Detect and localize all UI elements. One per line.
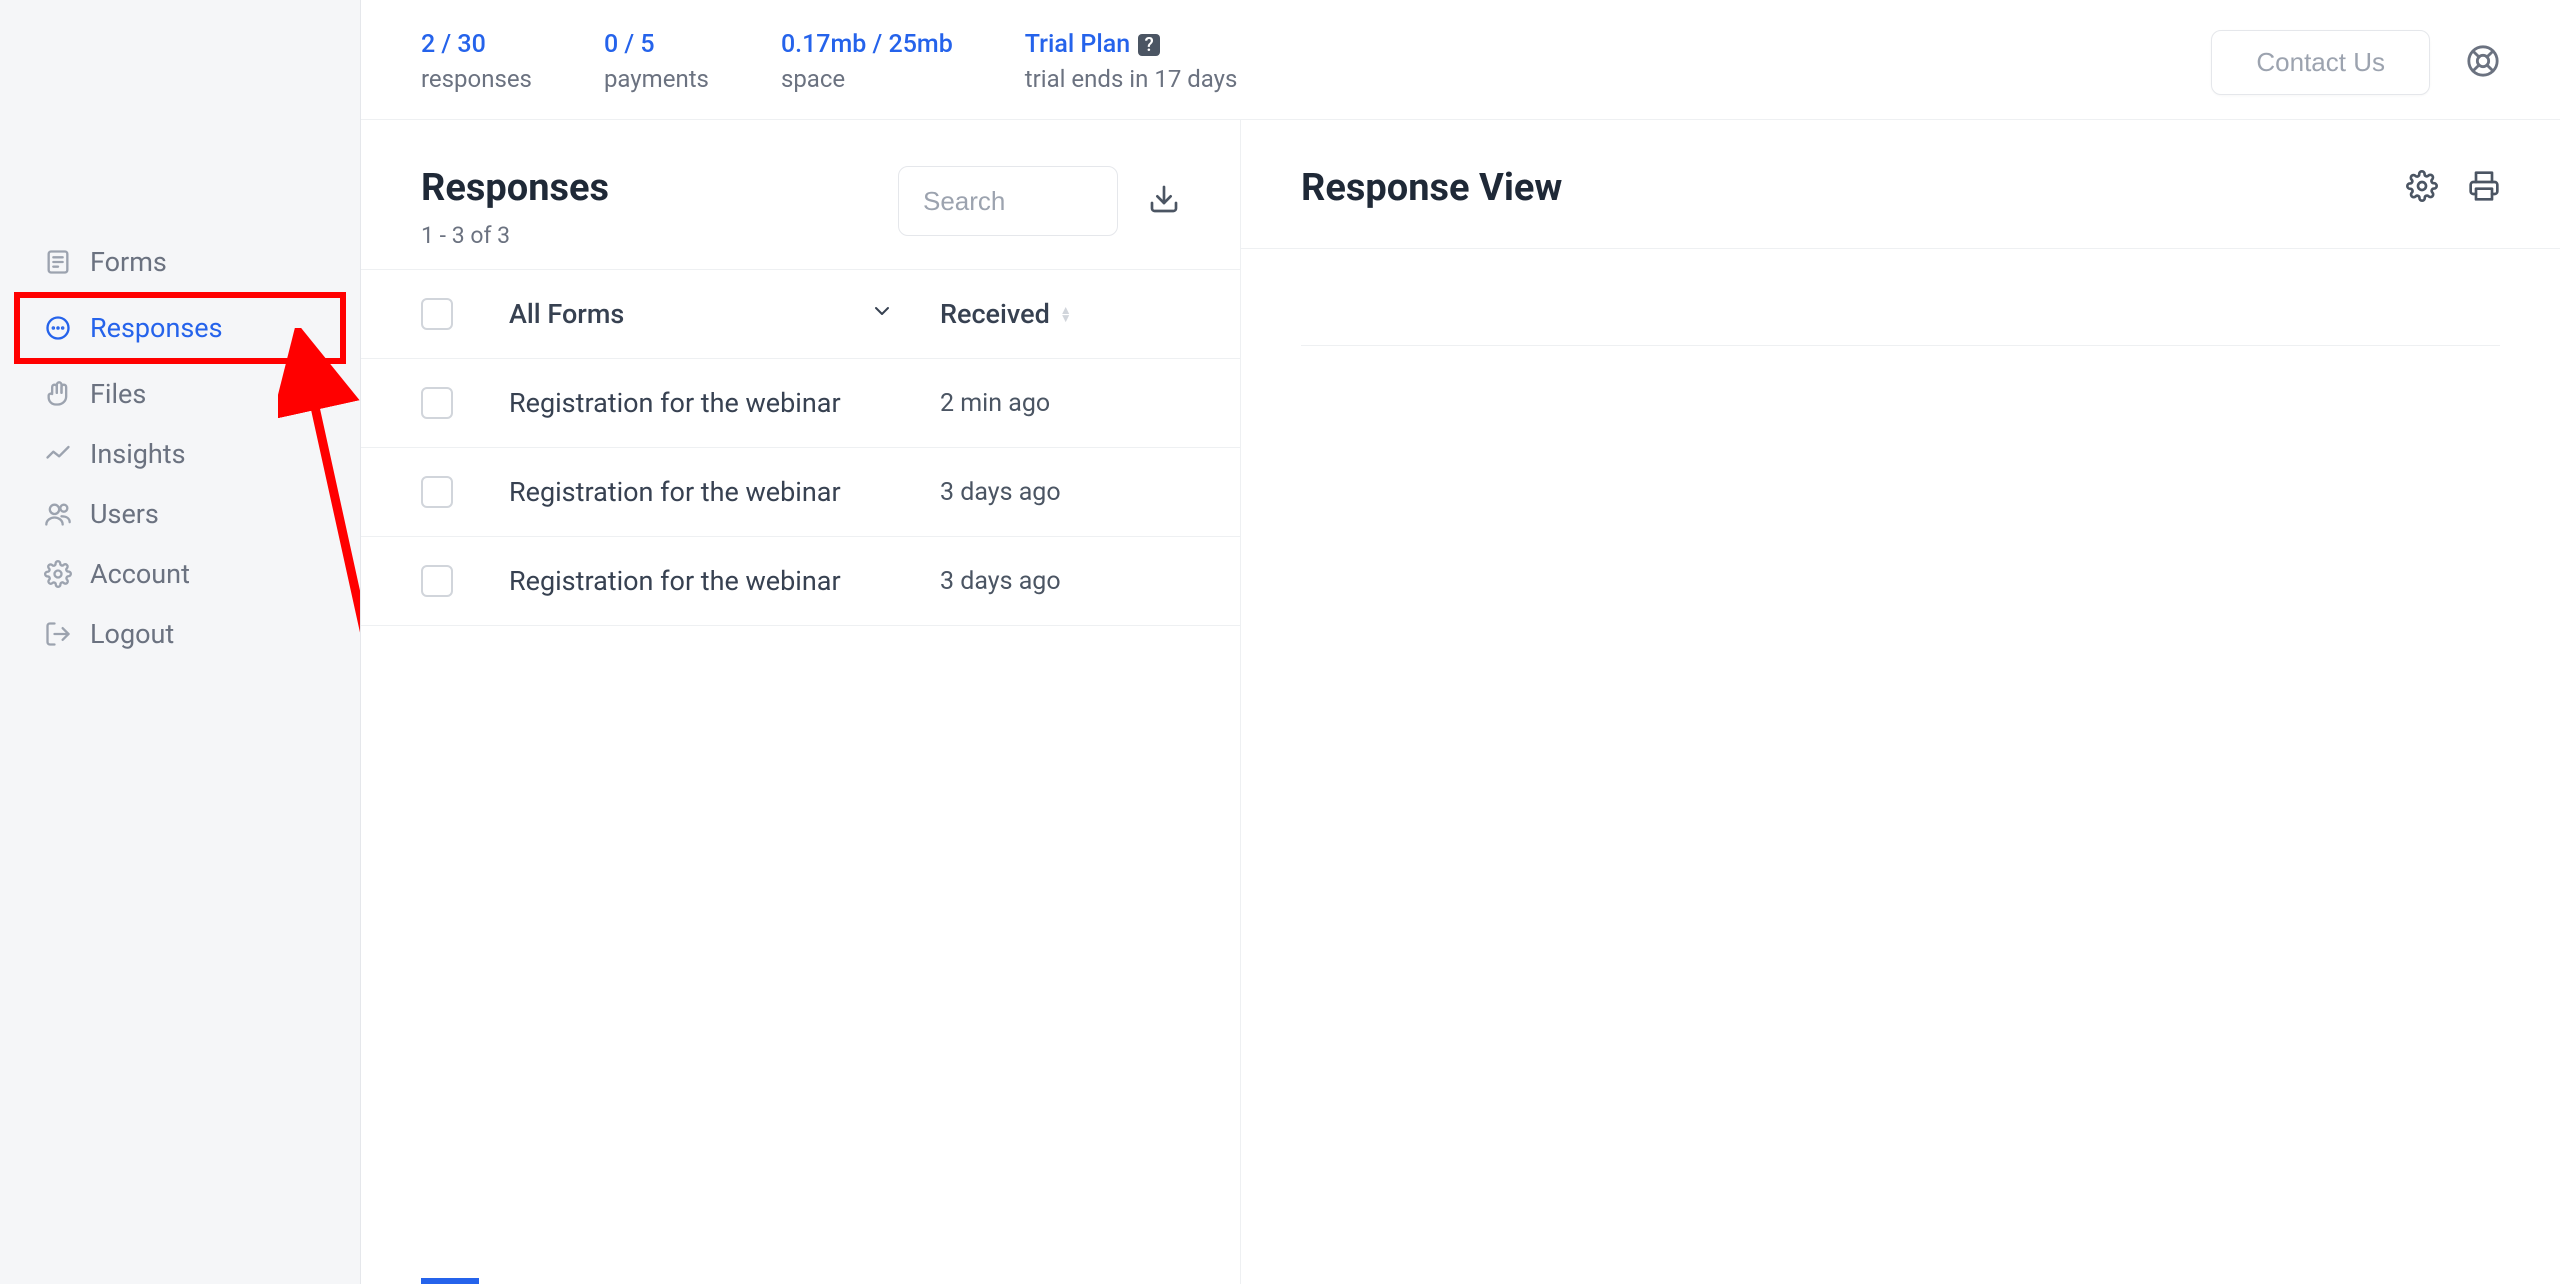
logout-icon <box>44 620 72 648</box>
table-header-row: All Forms Received ▲▼ <box>361 270 1240 359</box>
stat-value: 2 / 30 <box>421 30 532 59</box>
row-checkbox[interactable] <box>421 565 453 597</box>
table-row[interactable]: Registration for the webinar 3 days ago <box>361 537 1240 626</box>
topbar: 2 / 30 responses 0 / 5 payments 0.17mb /… <box>361 0 2560 120</box>
sidebar: Forms Responses Files Insights <box>0 0 360 1284</box>
download-icon[interactable] <box>1148 183 1180 219</box>
row-checkbox[interactable] <box>421 476 453 508</box>
document-icon <box>44 248 72 276</box>
gear-icon <box>44 560 72 588</box>
row-form-name: Registration for the webinar <box>509 387 940 419</box>
response-view-title: Response View <box>1301 166 1562 210</box>
sidebar-item-users[interactable]: Users <box>0 484 360 544</box>
stat-label: space <box>781 65 953 93</box>
sort-icon: ▲▼ <box>1060 306 1072 322</box>
search-input[interactable] <box>898 166 1118 236</box>
stat-value: 0 / 5 <box>604 30 709 59</box>
stat-payments[interactable]: 0 / 5 payments <box>604 30 709 93</box>
responses-panel-header: Responses 1 - 3 of 3 <box>361 120 1240 270</box>
stat-responses[interactable]: 2 / 30 responses <box>421 30 532 93</box>
select-all-checkbox[interactable] <box>421 298 453 330</box>
sidebar-item-responses[interactable]: Responses <box>20 298 340 358</box>
chevron-down-icon <box>870 298 894 330</box>
settings-icon[interactable] <box>2406 170 2438 206</box>
responses-title: Responses <box>421 166 609 210</box>
stat-space[interactable]: 0.17mb / 25mb space <box>781 30 953 93</box>
users-icon <box>44 500 72 528</box>
sidebar-item-label: Logout <box>90 618 174 650</box>
table-row[interactable]: Registration for the webinar 3 days ago <box>361 448 1240 537</box>
sidebar-item-files[interactable]: Files <box>0 364 360 424</box>
chart-line-icon <box>44 440 72 468</box>
app-root: Forms Responses Files Insights <box>0 0 2560 1284</box>
row-received-time: 2 min ago <box>940 389 1180 418</box>
main: 2 / 30 responses 0 / 5 payments 0.17mb /… <box>360 0 2560 1284</box>
stat-label: trial ends in 17 days <box>1025 65 1238 93</box>
table-row[interactable]: Registration for the webinar 2 min ago <box>361 359 1240 448</box>
hand-icon <box>44 380 72 408</box>
row-received-time: 3 days ago <box>940 478 1180 507</box>
response-view-divider <box>1301 345 2500 346</box>
received-column-label: Received <box>940 298 1050 330</box>
sidebar-item-label: Account <box>90 558 190 590</box>
sidebar-item-label: Forms <box>90 246 167 278</box>
annotation-highlight-box: Responses <box>14 292 346 364</box>
row-checkbox[interactable] <box>421 387 453 419</box>
forms-filter-dropdown[interactable]: All Forms <box>509 298 940 330</box>
lifebuoy-icon[interactable] <box>2466 44 2500 82</box>
response-view-panel: Response View <box>1241 120 2560 1284</box>
sidebar-item-insights[interactable]: Insights <box>0 424 360 484</box>
stat-label: payments <box>604 65 709 93</box>
sidebar-item-account[interactable]: Account <box>0 544 360 604</box>
stat-value: Trial Plan <box>1025 30 1130 59</box>
received-column-sort[interactable]: Received ▲▼ <box>940 298 1180 330</box>
content: Responses 1 - 3 of 3 All Forms <box>361 120 2560 1284</box>
chat-bubble-icon <box>44 314 72 342</box>
stat-label: responses <box>421 65 532 93</box>
forms-filter-label: All Forms <box>509 298 624 330</box>
print-icon[interactable] <box>2468 170 2500 206</box>
sidebar-item-label: Files <box>90 378 146 410</box>
row-form-name: Registration for the webinar <box>509 476 940 508</box>
sidebar-item-label: Users <box>90 498 159 530</box>
stat-plan[interactable]: Trial Plan ? trial ends in 17 days <box>1025 30 1238 93</box>
progress-indicator <box>421 1278 479 1284</box>
contact-us-button[interactable]: Contact Us <box>2211 30 2430 95</box>
usage-stats: 2 / 30 responses 0 / 5 payments 0.17mb /… <box>421 30 1237 93</box>
row-form-name: Registration for the webinar <box>509 565 940 597</box>
row-received-time: 3 days ago <box>940 567 1180 596</box>
stat-value: 0.17mb / 25mb <box>781 30 953 59</box>
responses-panel: Responses 1 - 3 of 3 All Forms <box>361 120 1241 1284</box>
response-view-header: Response View <box>1241 120 2560 249</box>
sidebar-item-label: Insights <box>90 438 186 470</box>
sidebar-item-label: Responses <box>90 312 223 344</box>
responses-count: 1 - 3 of 3 <box>421 222 609 249</box>
sidebar-item-logout[interactable]: Logout <box>0 604 360 664</box>
sidebar-item-forms[interactable]: Forms <box>0 232 360 292</box>
help-badge-icon[interactable]: ? <box>1138 34 1160 56</box>
